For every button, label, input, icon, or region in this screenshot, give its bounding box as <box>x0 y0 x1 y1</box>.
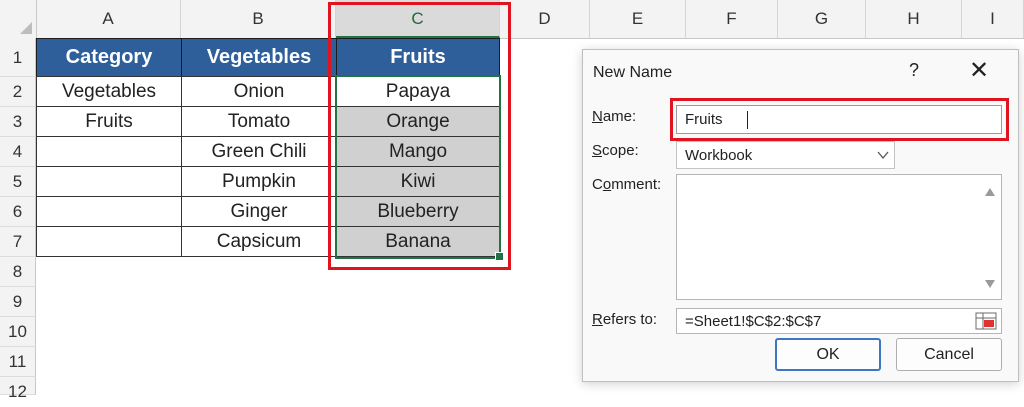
select-all-corner[interactable] <box>0 0 37 38</box>
row-header-4[interactable]: 4 <box>0 137 36 167</box>
close-icon: ✕ <box>969 57 990 84</box>
column-header-e[interactable]: E <box>590 0 686 38</box>
header-cell-vegetables[interactable]: Vegetables <box>181 38 337 77</box>
row-header-12[interactable]: 12 <box>0 377 36 401</box>
range-selector-icon[interactable] <box>975 312 997 330</box>
chevron-down-icon <box>877 151 889 160</box>
scope-label: Scope: <box>592 142 639 159</box>
cell-b3[interactable]: Tomato <box>181 106 337 137</box>
header-cell-category[interactable]: Category <box>36 38 182 77</box>
name-input-highlight <box>670 98 1009 141</box>
cell-a5[interactable] <box>36 166 182 197</box>
cancel-button[interactable]: Cancel <box>896 338 1002 371</box>
cell-b5[interactable]: Pumpkin <box>181 166 337 197</box>
cell-a4[interactable] <box>36 136 182 167</box>
row-header-2[interactable]: 2 <box>0 77 36 107</box>
cell-a2[interactable]: Vegetables <box>36 76 182 107</box>
scroll-up-icon[interactable] <box>984 187 996 197</box>
ok-button[interactable]: OK <box>775 338 881 371</box>
row-header-1[interactable]: 1 <box>0 38 36 77</box>
row-header-9[interactable]: 9 <box>0 287 36 317</box>
row-header-7[interactable]: 7 <box>0 227 36 257</box>
cell-a7[interactable] <box>36 226 182 257</box>
row-header-11[interactable]: 11 <box>0 347 36 377</box>
cell-b6[interactable]: Ginger <box>181 196 337 227</box>
scroll-down-icon[interactable] <box>984 279 996 289</box>
comment-textarea[interactable] <box>676 174 1002 300</box>
refers-to-input[interactable]: =Sheet1!$C$2:$C$7 <box>676 308 1002 334</box>
column-header-i[interactable]: I <box>962 0 1024 38</box>
column-header-h[interactable]: H <box>866 0 962 38</box>
close-button[interactable]: ✕ <box>969 56 989 85</box>
cell-b7[interactable]: Capsicum <box>181 226 337 257</box>
help-button[interactable]: ? <box>909 60 919 81</box>
select-all-icon <box>20 22 32 34</box>
column-header-f[interactable]: F <box>686 0 778 38</box>
comment-label: Comment: <box>592 176 662 193</box>
cell-a6[interactable] <box>36 196 182 227</box>
row-header-5[interactable]: 5 <box>0 167 36 197</box>
column-header-b[interactable]: B <box>181 0 336 38</box>
column-header-a[interactable]: A <box>36 0 181 38</box>
column-header-d[interactable]: D <box>500 0 590 38</box>
row-header-10[interactable]: 10 <box>0 317 36 347</box>
cell-a3[interactable]: Fruits <box>36 106 182 137</box>
new-name-dialog: New Name ? ✕ Name: Fruits Scope: Workboo… <box>582 49 1019 382</box>
row-header-6[interactable]: 6 <box>0 197 36 227</box>
refers-to-label: Refers to: <box>592 311 658 328</box>
cell-b2[interactable]: Onion <box>181 76 337 107</box>
name-label: Name: <box>592 108 637 125</box>
row-header-3[interactable]: 3 <box>0 107 36 137</box>
comment-scrollbar[interactable] <box>981 177 999 297</box>
row-header-8[interactable]: 8 <box>0 257 36 287</box>
cell-b4[interactable]: Green Chili <box>181 136 337 167</box>
column-c-highlight <box>328 2 511 270</box>
column-header-g[interactable]: G <box>778 0 866 38</box>
scope-select[interactable]: Workbook <box>676 141 895 169</box>
dialog-title: New Name <box>593 64 673 81</box>
